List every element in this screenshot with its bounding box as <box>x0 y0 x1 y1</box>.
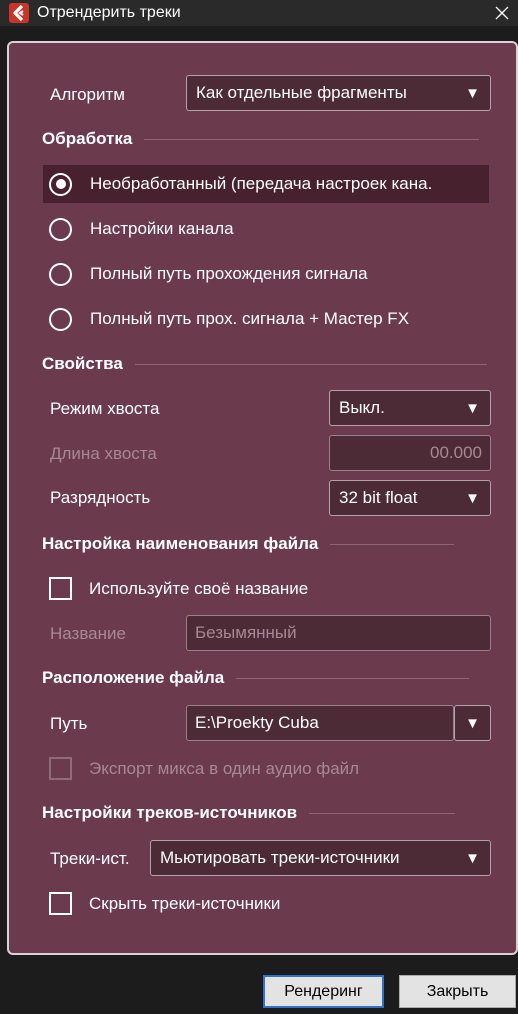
path-browse-dropdown[interactable]: ▼ <box>454 705 491 741</box>
export-mix-label: Экспорт микса в один аудио файл <box>89 758 360 778</box>
location-heading: Расположение файла <box>42 668 470 688</box>
algorithm-value: Как отдельные фрагменты <box>196 83 407 102</box>
export-mix-checkbox[interactable]: Экспорт микса в один аудио файл <box>49 757 359 780</box>
name-label: Название <box>50 624 126 643</box>
divider <box>236 677 470 679</box>
window-title: Отрендерить треки <box>37 4 181 21</box>
properties-heading-text: Свойства <box>42 354 123 373</box>
radio-full-path-master-fx[interactable]: Полный путь прох. сигнала + Мастер FX <box>43 300 489 338</box>
divider <box>330 543 455 545</box>
radio-selected-icon <box>49 172 72 196</box>
render-button[interactable]: Рендеринг <box>263 975 384 1008</box>
radio-full-signal-path[interactable]: Полный путь прохождения сигнала <box>43 255 489 293</box>
processing-heading: Обработка <box>42 129 480 149</box>
radio-full-signal-path-label: Полный путь прохождения сигнала <box>90 264 368 283</box>
close-icon <box>495 6 509 20</box>
hide-source-tracks-checkbox[interactable]: Скрыть треки-источники <box>49 892 280 915</box>
divider <box>309 812 456 814</box>
processing-heading-text: Обработка <box>42 129 133 148</box>
bit-depth-value: 32 bit float <box>339 488 418 507</box>
path-field[interactable]: E:\Proekty Cuba <box>186 705 454 741</box>
algorithm-label: Алгоритм <box>50 85 125 104</box>
name-field[interactable]: Безымянный <box>186 615 491 651</box>
tail-length-label: Длина хвоста <box>50 444 157 463</box>
chevron-down-icon: ▼ <box>465 849 480 867</box>
close-window-button[interactable] <box>490 1 514 25</box>
path-label: Путь <box>50 714 88 733</box>
chevron-down-icon: ▼ <box>465 714 480 732</box>
source-tracks-heading: Настройки треков-источников <box>42 803 456 823</box>
radio-channel-settings[interactable]: Настройки канала <box>43 210 489 248</box>
naming-heading-text: Настройка наименования файла <box>42 534 319 553</box>
chevron-down-icon: ▼ <box>465 489 480 507</box>
tail-mode-value: Выкл. <box>339 398 385 417</box>
source-tracks-dropdown[interactable]: Мьютировать треки-источники ▼ <box>150 840 491 876</box>
checkbox-icon <box>49 892 72 915</box>
tail-mode-label: Режим хвоста <box>50 399 160 418</box>
radio-icon <box>49 307 72 331</box>
tail-mode-dropdown[interactable]: Выкл. ▼ <box>329 390 491 426</box>
bit-depth-dropdown[interactable]: 32 bit float ▼ <box>329 480 491 516</box>
source-tracks-value: Мьютировать треки-источники <box>160 848 400 867</box>
chevron-down-icon: ▼ <box>465 399 480 417</box>
close-button[interactable]: Закрыть <box>399 975 516 1008</box>
checkbox-icon <box>49 757 72 780</box>
radio-raw[interactable]: Необработанный (передача настроек кана. <box>43 165 489 203</box>
divider <box>134 363 487 365</box>
tail-length-field[interactable]: 00.000 <box>329 435 491 471</box>
checkbox-icon <box>49 577 72 600</box>
algorithm-dropdown[interactable]: Как отдельные фрагменты ▼ <box>186 75 491 111</box>
radio-icon <box>49 262 72 286</box>
tail-length-value: 00.000 <box>430 443 482 462</box>
chevron-down-icon: ▼ <box>465 84 480 102</box>
name-value: Безымянный <box>195 623 297 642</box>
source-tracks-label: Треки-ист. <box>50 849 130 868</box>
render-settings-panel: Алгоритм Как отдельные фрагменты ▼ Обраб… <box>7 41 518 955</box>
divider <box>144 138 480 140</box>
bit-depth-label: Разрядность <box>50 488 151 507</box>
app-logo-icon <box>9 3 29 23</box>
radio-raw-label: Необработанный (передача настроек кана. <box>90 174 433 193</box>
path-value: E:\Proekty Cuba <box>195 713 319 732</box>
hide-source-tracks-label: Скрыть треки-источники <box>89 893 281 913</box>
properties-heading: Свойства <box>42 354 487 374</box>
use-own-name-checkbox[interactable]: Используйте своё название <box>49 577 308 600</box>
title-bar: Отрендерить треки <box>0 0 518 26</box>
naming-heading: Настройка наименования файла <box>42 534 455 554</box>
radio-channel-settings-label: Настройки канала <box>90 219 234 238</box>
radio-icon <box>49 217 72 241</box>
location-heading-text: Расположение файла <box>42 668 225 687</box>
source-tracks-heading-text: Настройки треков-источников <box>42 803 298 822</box>
radio-full-path-master-fx-label: Полный путь прох. сигнала + Мастер FX <box>90 309 410 328</box>
use-own-name-label: Используйте своё название <box>89 578 309 598</box>
